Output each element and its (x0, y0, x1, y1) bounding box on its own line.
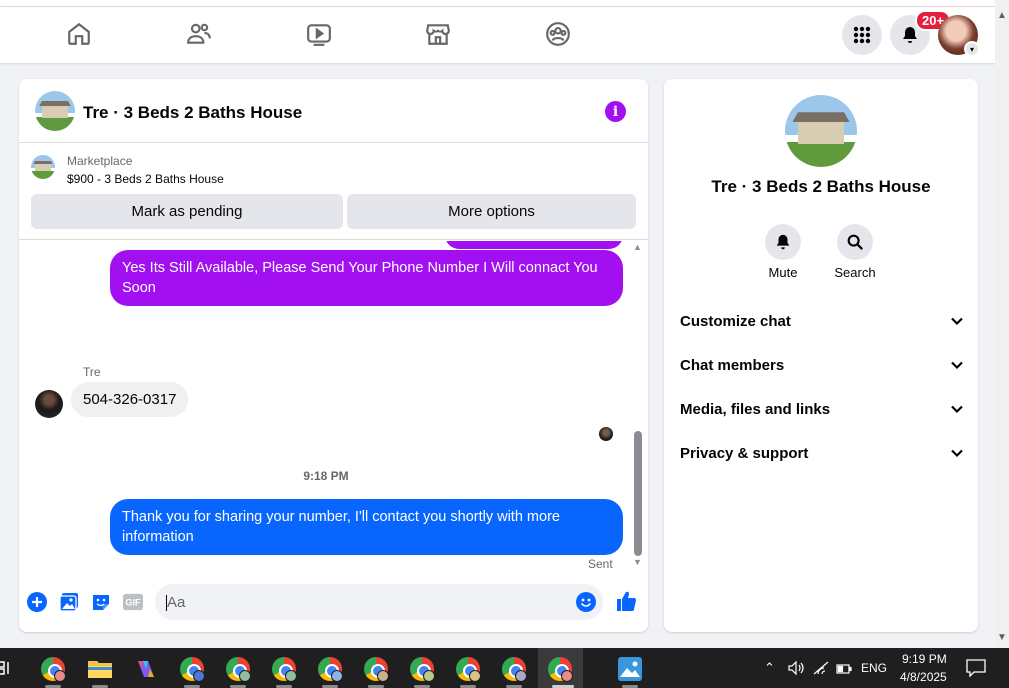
top-navbar: 20+ ▾ (0, 7, 995, 63)
svg-text:GIF: GIF (125, 598, 141, 608)
window-top-edge (0, 0, 995, 7)
scroll-thumb[interactable] (634, 431, 642, 556)
search-button[interactable] (837, 224, 873, 260)
message-composer: GIF (19, 579, 648, 625)
mute-label: Mute (768, 265, 798, 280)
task-view-icon[interactable] (0, 660, 12, 676)
customize-chat-row[interactable]: Customize chat (680, 299, 964, 343)
chevron-down-icon (951, 449, 963, 458)
speaker-icon[interactable] (788, 660, 804, 676)
text-cursor (166, 595, 167, 611)
chrome-icon[interactable] (456, 657, 481, 682)
chrome-icon[interactable] (272, 657, 297, 682)
sticker-icon[interactable] (91, 592, 111, 612)
message-bubble-outgoing[interactable]: Yes Its Still Available, Please Send You… (110, 250, 623, 306)
chrome-icon[interactable] (548, 657, 573, 682)
file-explorer-icon[interactable] (88, 658, 112, 678)
chat-members-row[interactable]: Chat members (680, 343, 964, 387)
mark-as-pending-button[interactable]: Mark as pending (31, 194, 343, 229)
page-scrollbar[interactable]: ▲ ▼ (995, 0, 1009, 648)
video-icon[interactable] (306, 21, 332, 47)
chat-title[interactable]: Tre · 3 Beds 2 Baths House (83, 103, 302, 123)
listing-title[interactable]: $900 - 3 Beds 2 Baths House (67, 172, 224, 186)
chevron-down-icon[interactable]: ▾ (964, 41, 980, 57)
chrome-icon[interactable] (364, 657, 389, 682)
taskbar: ⌃ ENG 9:19 PM 4/8/2025 (0, 648, 1009, 688)
gif-icon[interactable]: GIF (123, 592, 143, 612)
notification-center-icon[interactable] (966, 659, 986, 678)
chrome-icon[interactable] (180, 657, 205, 682)
copilot-icon[interactable] (134, 657, 158, 681)
message-bubble-partial (445, 241, 623, 249)
menu-grid-icon[interactable] (842, 15, 882, 55)
chat-header: Tre · 3 Beds 2 Baths House i (19, 79, 648, 143)
listing-thumbnail[interactable] (31, 155, 55, 179)
clock-date[interactable]: 4/8/2025 (900, 670, 947, 684)
emoji-icon[interactable] (576, 592, 596, 612)
chrome-icon[interactable] (41, 657, 66, 682)
media-files-links-row[interactable]: Media, files and links (680, 387, 964, 431)
chat-panel: Tre · 3 Beds 2 Baths House i Marketplace… (19, 79, 648, 632)
thumbs-up-icon[interactable] (615, 590, 637, 612)
chat-scrollbar[interactable]: ▲ ▼ (631, 241, 648, 576)
chat-info-panel: Tre · 3 Beds 2 Baths House Mute Search C… (664, 79, 978, 632)
listing-avatar[interactable] (35, 91, 75, 131)
section-label: Media, files and links (680, 400, 831, 418)
more-options-button[interactable]: More options (347, 194, 636, 229)
chrome-icon[interactable] (226, 657, 251, 682)
message-input[interactable] (155, 584, 603, 620)
message-status: Sent (588, 557, 613, 571)
read-receipt-avatar (599, 427, 613, 441)
battery-icon[interactable] (836, 662, 852, 674)
plus-icon[interactable] (27, 592, 47, 612)
language-indicator[interactable]: ENG (861, 661, 887, 675)
photo-icon[interactable] (59, 592, 79, 612)
chrome-icon[interactable] (502, 657, 527, 682)
listing-avatar-large[interactable] (785, 95, 857, 167)
groups-icon[interactable] (545, 21, 571, 47)
marketplace-listing-bar: Marketplace $900 - 3 Beds 2 Baths House … (19, 144, 648, 240)
chrome-icon[interactable] (318, 657, 343, 682)
chevron-down-icon (951, 317, 963, 326)
privacy-support-row[interactable]: Privacy & support (680, 431, 964, 475)
wifi-icon[interactable] (813, 661, 829, 675)
section-label: Customize chat (680, 312, 791, 330)
scroll-up-arrow-icon[interactable]: ▲ (997, 10, 1007, 21)
section-label: Privacy & support (680, 444, 809, 462)
friends-icon[interactable] (186, 21, 212, 47)
section-label: Chat members (680, 356, 785, 374)
marketplace-label: Marketplace (67, 154, 133, 168)
message-bubble-outgoing[interactable]: Thank you for sharing your number, I'll … (110, 499, 623, 555)
photos-icon[interactable] (618, 657, 642, 681)
scroll-down-arrow-icon[interactable]: ▼ (997, 632, 1007, 643)
home-icon[interactable] (66, 21, 92, 47)
scroll-up-arrow-icon[interactable]: ▲ (633, 242, 642, 252)
chevron-down-icon (951, 361, 963, 370)
scroll-down-arrow-icon[interactable]: ▼ (633, 557, 642, 567)
time-separator: 9:18 PM (303, 469, 349, 483)
chevron-up-icon[interactable]: ⌃ (764, 660, 775, 676)
marketplace-icon[interactable] (425, 21, 451, 47)
info-title: Tre · 3 Beds 2 Baths House (711, 177, 931, 196)
message-bubble-incoming[interactable]: 504-326-0317 (71, 382, 189, 417)
message-list: Yes Its Still Available, Please Send You… (19, 241, 648, 576)
info-icon[interactable]: i (605, 101, 626, 122)
chrome-icon[interactable] (410, 657, 435, 682)
sender-name: Tre (83, 365, 101, 379)
sender-avatar[interactable] (35, 390, 63, 418)
clock-time[interactable]: 9:19 PM (902, 652, 947, 666)
chevron-down-icon (951, 405, 963, 414)
search-label: Search (834, 265, 876, 280)
mute-button[interactable] (765, 224, 801, 260)
